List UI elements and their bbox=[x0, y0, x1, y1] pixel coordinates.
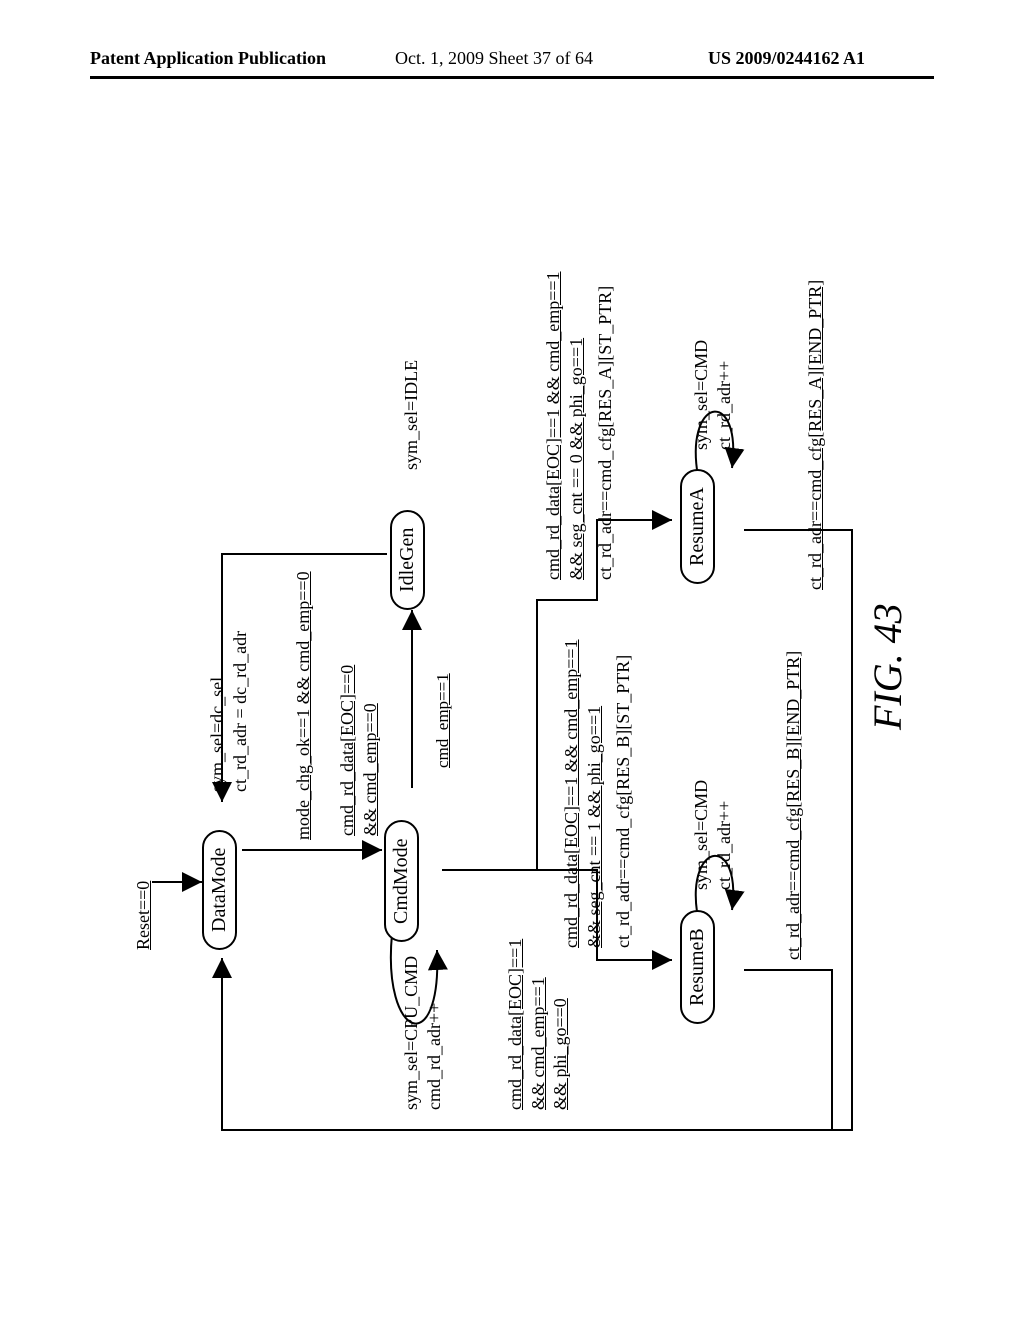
label-cmd-to-idle: cmd_emp==1 bbox=[432, 673, 453, 768]
state-datamode: DataMode bbox=[202, 830, 237, 950]
label-cmd-to-data: cmd_rd_data[EOC]==0 && cmd_emp==0 bbox=[336, 665, 381, 836]
label-reset: Reset==0 bbox=[132, 881, 155, 950]
figure-wrap: DataMode CmdMode IdleGen ResumeB ResumeA… bbox=[132, 150, 892, 1170]
label-idle-out: sym_sel=IDLE bbox=[400, 360, 423, 470]
header-left: Patent Application Publication bbox=[90, 48, 326, 69]
state-idlegen: IdleGen bbox=[390, 510, 425, 610]
label-cmd-to-resume: cmd_rd_data[EOC]==1 && cmd_emp==1 && phi… bbox=[504, 939, 572, 1110]
state-resumeb: ResumeB bbox=[680, 910, 715, 1024]
page-header: Patent Application Publication Oct. 1, 2… bbox=[0, 48, 1024, 88]
state-cmdmode: CmdMode bbox=[384, 820, 419, 942]
header-mid: Oct. 1, 2009 Sheet 37 of 64 bbox=[395, 48, 593, 69]
figure-label: FIG. 43 bbox=[864, 603, 911, 730]
header-rule bbox=[90, 76, 934, 79]
label-resumeb-assign: ct_rd_adr==cmd_cfg[RES_B][ST_PTR] bbox=[612, 655, 635, 948]
label-data-to-cmd: mode_chg_ok==1 && cmd_emp==0 bbox=[292, 571, 315, 840]
label-resumea-cond: cmd_rd_data[EOC]==1 && cmd_emp==1 && seg… bbox=[542, 271, 587, 580]
label-resumea-assign: ct_rd_adr==cmd_cfg[RES_A][ST_PTR] bbox=[594, 286, 617, 580]
label-resumeb-cond: cmd_rd_data[EOC]==1 && cmd_emp==1 && seg… bbox=[560, 639, 605, 948]
header-right: US 2009/0244162 A1 bbox=[708, 48, 865, 69]
label-resumea-end: ct_rd_adr==cmd_cfg[RES_A][END_PTR] bbox=[804, 280, 827, 590]
label-resumeb-out: sym_sel=CMD ct_rd_adr++ bbox=[690, 780, 735, 890]
state-diagram: DataMode CmdMode IdleGen ResumeB ResumeA… bbox=[132, 150, 892, 1170]
label-resumea-out: sym_sel=CMD ct_rd_adr++ bbox=[690, 340, 735, 450]
label-resumeb-end: ct_rd_adr==cmd_cfg[RES_B][END_PTR] bbox=[782, 651, 805, 960]
label-cmd-out: sym_sel=CPU_CMD cmd_rd_adr++ bbox=[400, 956, 445, 1110]
state-resumea: ResumeA bbox=[680, 469, 715, 584]
label-datamode-out: sym_sel=dc_sel ct_rd_adr = dc_rd_adr bbox=[206, 631, 251, 792]
